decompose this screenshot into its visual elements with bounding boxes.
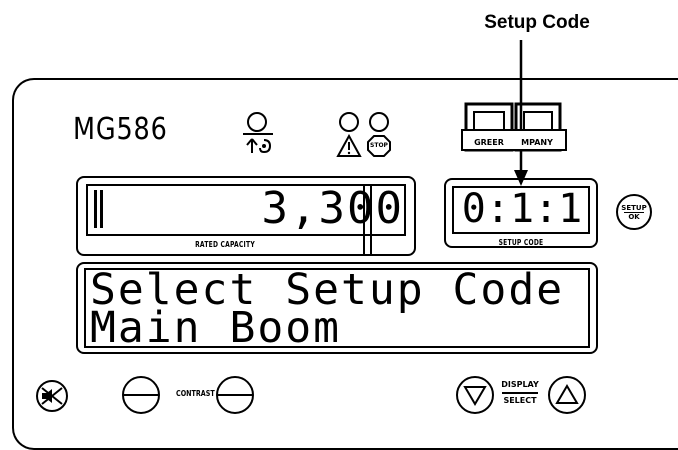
arrow-up-icon [555,384,579,404]
display-select-label-bottom: SELECT [503,396,537,405]
warning-icon [336,134,362,157]
company-logo [461,102,567,152]
model-label: MG586 [73,112,168,147]
arrow-down-icon [463,386,487,406]
logo-text-right: MPANY [521,138,553,147]
contrast-decrease-icon [124,394,158,396]
mute-icon [41,387,63,405]
display-select-divider [502,392,538,394]
contrast-increase-icon [218,394,252,396]
setup-ok-label-top: SETUP [621,204,647,212]
capacity-caption: RATED CAPACITY [195,240,255,249]
setup-ok-label-bottom: OK [628,213,640,221]
warning-lamp [339,112,359,132]
capacity-value: 3,300 [261,183,404,234]
setup-code-caption: SETUP CODE [498,238,544,247]
stop-lamp [369,112,389,132]
stop-label: STOP [370,142,388,149]
display-select-label-top: DISPLAY [501,380,539,389]
anti-two-block-lamp [247,112,267,132]
logo-text-left: GREER [474,138,504,147]
lamp-divider [243,133,273,135]
contrast-label: CONTRAST [176,389,215,398]
message-line-2: Main Boom [90,303,341,353]
capacity-bar-2 [100,190,103,228]
anti-two-block-icon [246,138,272,154]
capacity-bar-1 [94,190,97,228]
setup-code-value: 0:1:1 [461,186,583,232]
